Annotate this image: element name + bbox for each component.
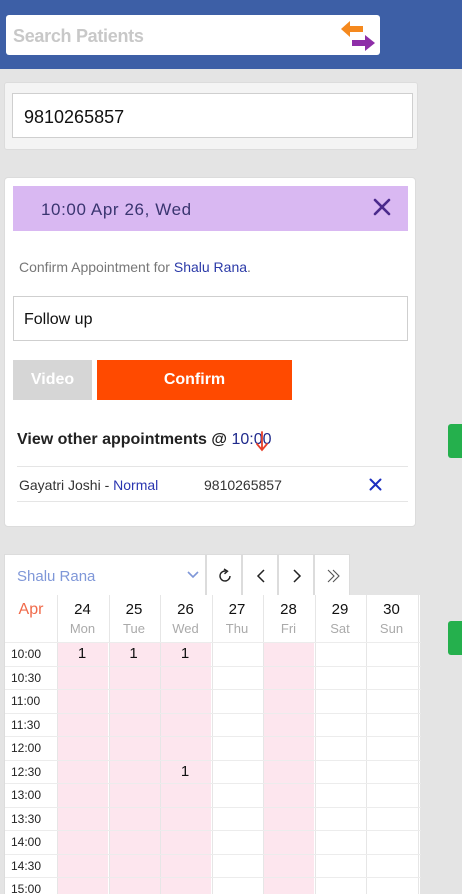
time-slot-label: 12:30: [11, 764, 42, 779]
day-number: 27: [228, 601, 246, 618]
doctor-select[interactable]: Shalu Rana: [4, 554, 206, 596]
other-appointment-phone: 9810265857: [204, 477, 282, 493]
day-number: 28: [280, 601, 297, 618]
day-header[interactable]: 27 Thu: [212, 595, 263, 642]
time-slot-label: 14:00: [11, 835, 42, 849]
day-header[interactable]: 28 Fri: [263, 595, 314, 642]
day-highlight: [264, 642, 314, 894]
confirm-appointment-text: Confirm Appointment for Shalu Rana.: [19, 259, 251, 275]
day-name: Mon: [69, 621, 96, 636]
confirm-prefix: Confirm Appointment for: [19, 259, 174, 275]
chevron-down-icon: [187, 571, 199, 579]
month-label: Apr: [18, 601, 44, 618]
skip-forward-button[interactable]: [314, 554, 350, 596]
time-slot-label: 10:00: [11, 647, 42, 661]
appointment-time: 10:00 Apr 26, Wed: [41, 200, 192, 219]
separator: -: [100, 477, 114, 493]
day-number: 29: [331, 601, 349, 618]
refresh-button[interactable]: [206, 554, 242, 596]
grid-line: [5, 759, 421, 761]
confirm-appointment-card: 10:00 Apr 26, Wed Confirm Appointment fo…: [4, 177, 416, 527]
grid-line: [5, 642, 421, 643]
calendar-grid: Apr 10:00 10:30 11:00 11:30 12:00 12:30 13:00 1…: [4, 595, 421, 894]
grid-line: [5, 877, 421, 878]
other-appointment-row: Gayatri Joshi - Normal 9810265857: [5, 467, 417, 501]
appointment-count[interactable]: 1: [160, 645, 210, 662]
day-number: 24: [74, 601, 91, 618]
appointment-type-field[interactable]: Follow up: [13, 296, 408, 341]
day-number: 25: [125, 601, 143, 618]
double-chevron-right-icon: [327, 569, 340, 583]
time-slot-label: 14:30: [11, 858, 42, 873]
grid-line: [5, 665, 421, 667]
grid-line: [5, 806, 421, 808]
patient-name-link[interactable]: Shalu Rana: [174, 259, 247, 275]
day-name: Thu: [225, 621, 249, 636]
day-header[interactable]: 24 Mon: [57, 595, 108, 642]
grid-line: [5, 689, 421, 690]
arrow-down-icon[interactable]: [255, 430, 269, 452]
other-patient-name: Gayatri Joshi: [19, 477, 101, 493]
close-icon[interactable]: [372, 197, 392, 217]
appointment-type-value: Follow up: [24, 311, 93, 328]
time-slot-label: 13:00: [11, 788, 42, 802]
appointment-count[interactable]: 1: [109, 645, 159, 662]
side-tab[interactable]: [448, 621, 462, 655]
grid-line: [5, 783, 421, 784]
chevron-left-icon: [256, 569, 265, 583]
grid-line: [5, 712, 421, 714]
doctor-name: Shalu Rana: [17, 568, 96, 585]
swap-arrows-icon[interactable]: [339, 19, 377, 53]
phone-card: 9810265857: [4, 82, 418, 150]
grid-line: [5, 853, 421, 855]
view-other-prefix: View other appointments @: [17, 431, 232, 448]
day-name: Fri: [280, 621, 297, 636]
remove-icon[interactable]: [369, 478, 382, 491]
grid-line: [5, 736, 421, 737]
time-slot-label: 11:00: [11, 694, 41, 708]
time-slot-label: 10:30: [11, 670, 42, 685]
time-slot-label: 13:30: [11, 811, 42, 826]
day-header[interactable]: 29 Sat: [315, 595, 366, 642]
day-number: 30: [383, 601, 400, 618]
video-button[interactable]: Video: [13, 360, 92, 400]
calendar-toolbar: Shalu Rana: [4, 554, 351, 596]
view-other-appointments[interactable]: View other appointments @ 10:00: [17, 431, 272, 449]
time-slot-label: 15:00: [11, 882, 42, 894]
search-patients-input[interactable]: Search Patients: [6, 15, 380, 55]
appointment-type-link[interactable]: Normal: [113, 477, 158, 493]
day-name: Wed: [172, 621, 199, 636]
day-highlight: [58, 642, 108, 894]
day-name: Sun: [379, 621, 404, 636]
day-number: 26: [177, 601, 194, 618]
time-slot-label: 11:30: [11, 717, 41, 732]
day-header[interactable]: 25 Tue: [109, 595, 160, 642]
phone-number-value: 9810265857: [24, 107, 125, 127]
refresh-icon: [219, 568, 231, 582]
next-button[interactable]: [278, 554, 314, 596]
day-header[interactable]: 26 Wed: [160, 595, 211, 642]
confirm-suffix: .: [247, 259, 251, 275]
grid-line: [5, 830, 421, 831]
day-name: Sat: [330, 621, 350, 636]
appointment-count[interactable]: 1: [57, 645, 107, 662]
confirm-button[interactable]: Confirm: [97, 360, 292, 400]
appointment-count[interactable]: 1: [160, 763, 210, 780]
divider: [17, 501, 408, 502]
other-appointment-patient: Gayatri Joshi - Normal: [19, 477, 158, 493]
day-highlight: [109, 642, 160, 894]
appointment-header: 10:00 Apr 26, Wed: [13, 186, 408, 231]
previous-button[interactable]: [242, 554, 278, 596]
day-name: Tue: [123, 621, 145, 636]
search-placeholder: Search Patients: [13, 26, 144, 46]
grid-line: [417, 595, 419, 894]
side-tab[interactable]: [448, 424, 462, 458]
chevron-right-icon: [293, 569, 302, 583]
top-bar: Search Patients: [0, 0, 462, 69]
phone-number-field[interactable]: 9810265857: [12, 93, 413, 138]
time-slot-label: 12:00: [11, 741, 42, 755]
day-header[interactable]: 30 Sun: [366, 595, 417, 642]
